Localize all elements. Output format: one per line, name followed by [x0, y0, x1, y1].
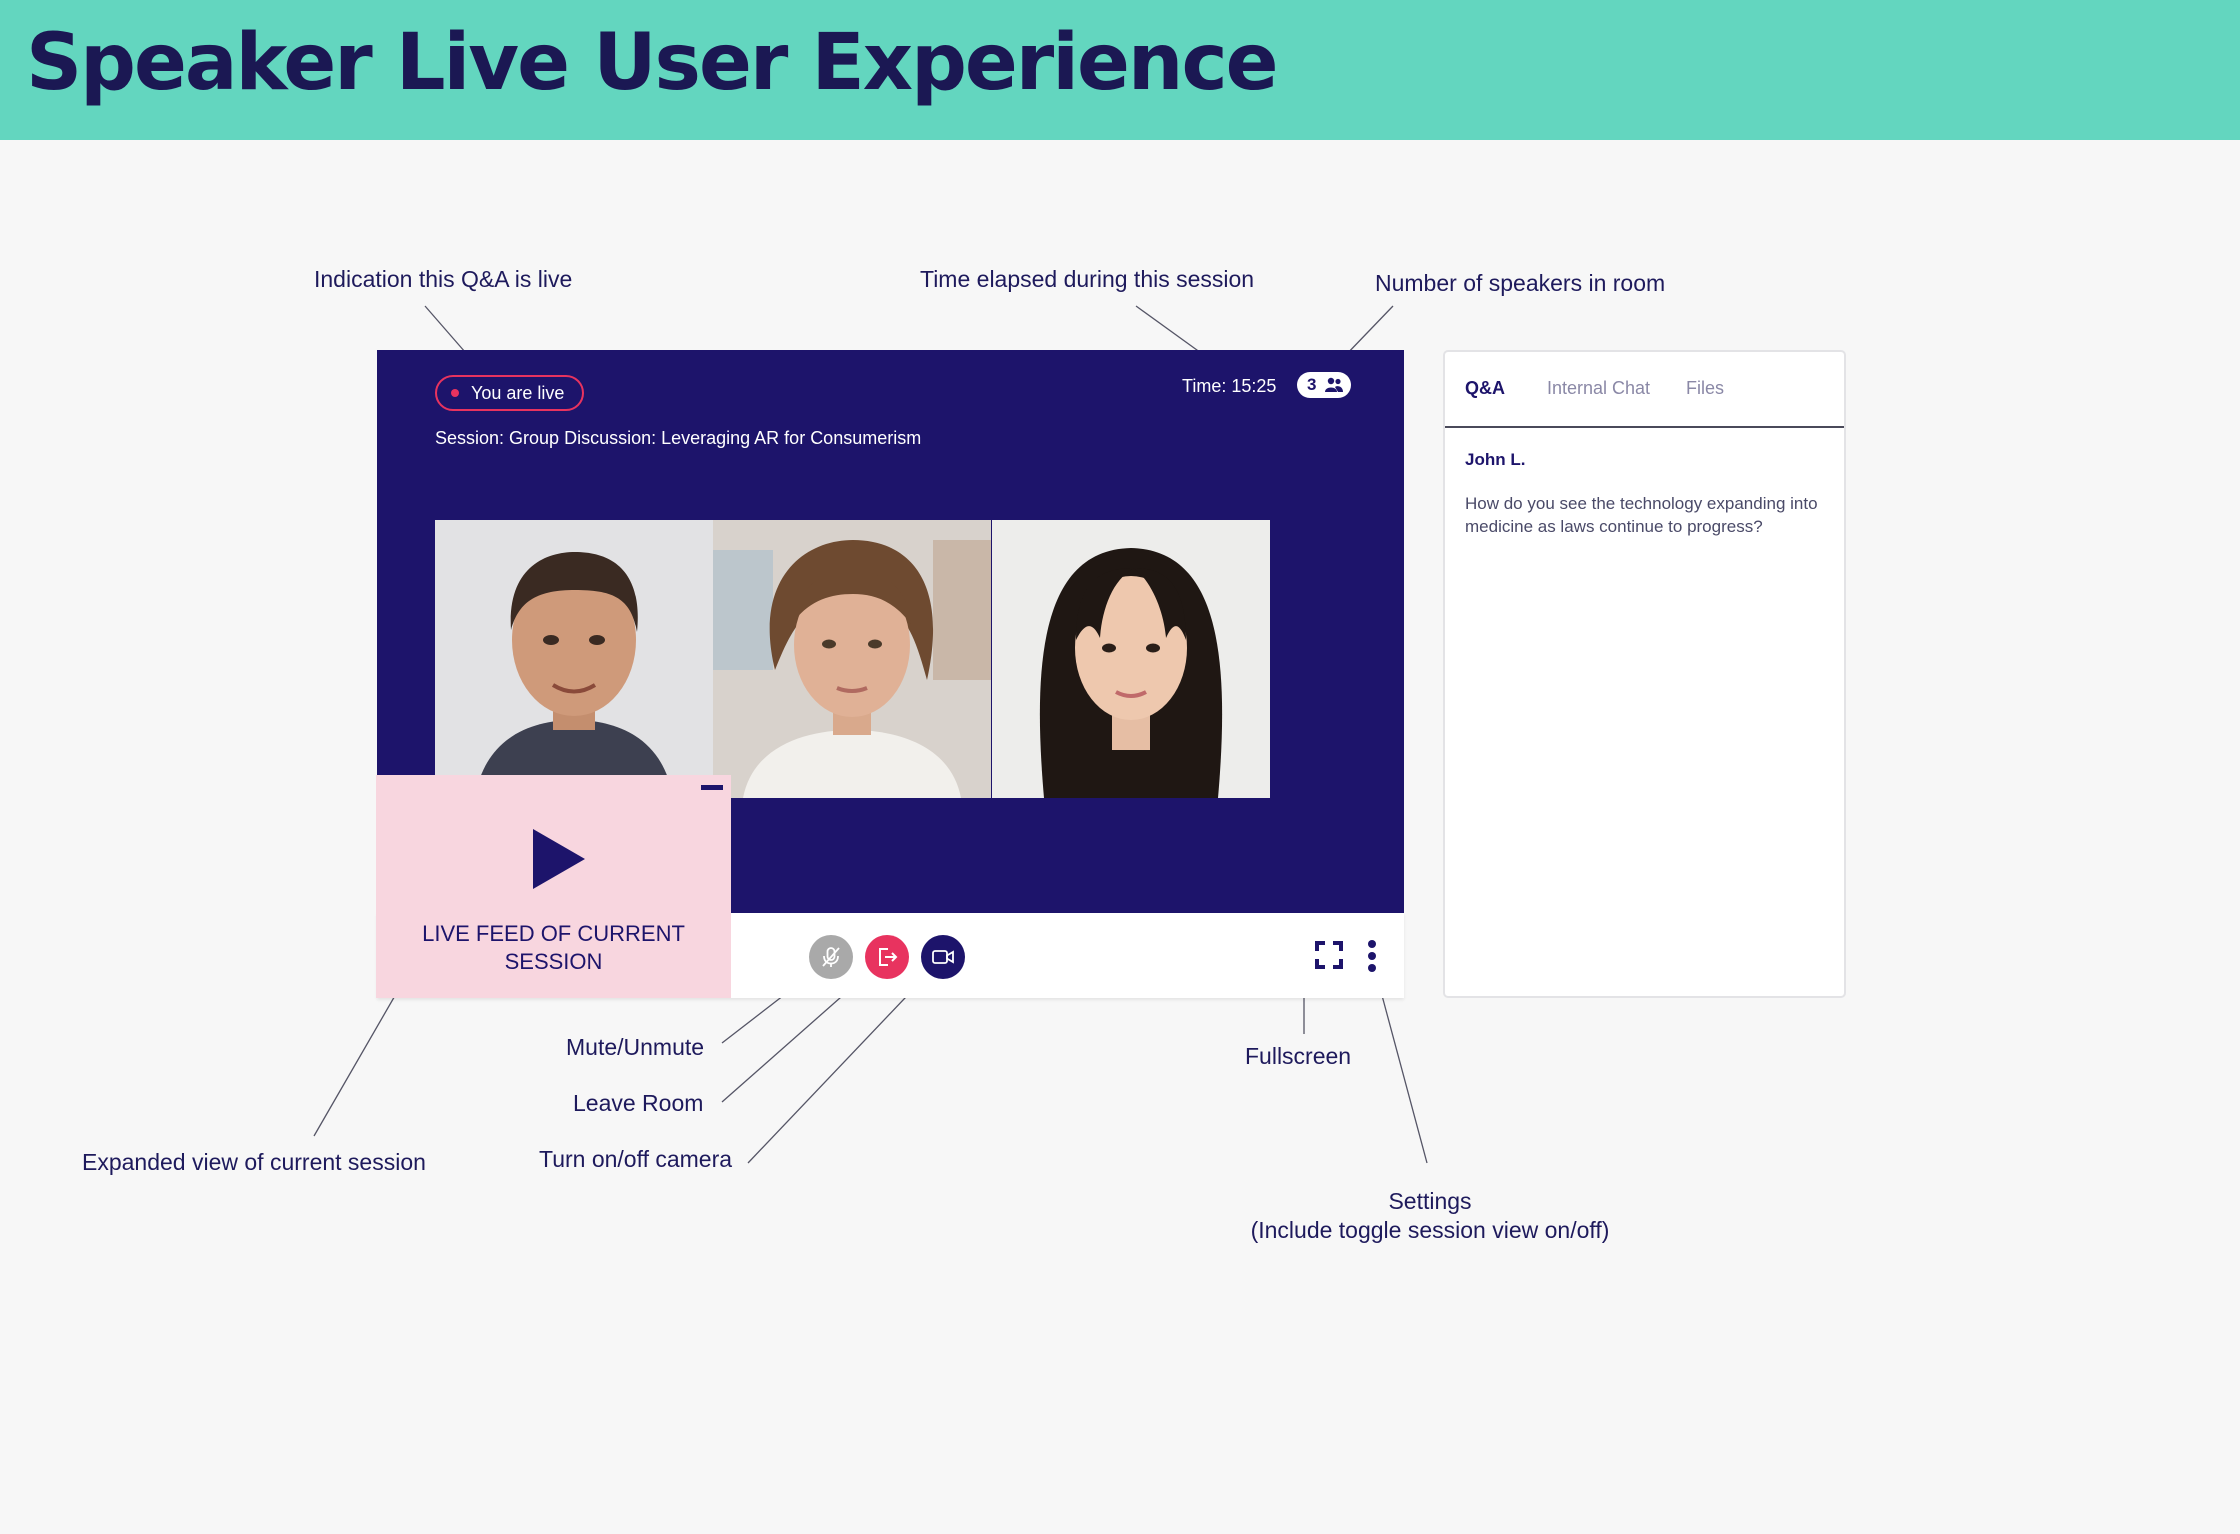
speaker-1-portrait: [435, 520, 713, 798]
leave-room-button[interactable]: [865, 935, 909, 979]
speaker-video-tile[interactable]: [435, 520, 713, 798]
tab-internal-chat[interactable]: Internal Chat: [1547, 378, 1650, 399]
mute-button[interactable]: [809, 935, 853, 979]
live-dot-icon: [451, 389, 459, 397]
speaker-2-portrait: [713, 520, 991, 798]
session-timer: Time: 15:25: [1182, 376, 1277, 396]
camera-toggle-button[interactable]: [921, 935, 965, 979]
speaker-count-badge: 3: [1297, 372, 1351, 398]
live-badge: You are live: [435, 375, 585, 411]
annotation-leave: Leave Room: [573, 1090, 704, 1116]
question-author: John L.: [1465, 450, 1526, 469]
annotation-live-indicator: Indication this Q&A is live: [314, 266, 573, 292]
live-badge-label: You are live: [471, 383, 565, 403]
tab-files[interactable]: Files: [1686, 378, 1724, 399]
video-camera-icon: [932, 950, 954, 964]
tab-divider: [1445, 426, 1844, 428]
session-title: Session: Group Discussion: Leveraging AR…: [435, 428, 922, 448]
speaker-video-tile[interactable]: [713, 520, 991, 798]
annotation-settings: Settings (Include toggle session view on…: [1245, 1188, 1615, 1244]
annotation-settings-title: Settings: [1388, 1188, 1472, 1214]
speaker-video-tile[interactable]: [992, 520, 1270, 798]
annotation-speaker-count: Number of speakers in room: [1375, 270, 1666, 296]
annotation-settings-note: (Include toggle session view on/off): [1250, 1217, 1610, 1243]
microphone-off-icon: [822, 947, 840, 967]
annotation-camera: Turn on/off camera: [539, 1146, 733, 1172]
live-feed-pip[interactable]: LIVE FEED OF CURRENT SESSION: [376, 775, 731, 998]
fullscreen-icon[interactable]: [1314, 940, 1344, 970]
play-icon[interactable]: [531, 827, 587, 891]
annotation-mute: Mute/Unmute: [566, 1034, 705, 1060]
side-panel: Q&A Internal Chat Files John L. How do y…: [1443, 350, 1846, 998]
annotation-time-elapsed: Time elapsed during this session: [920, 266, 1255, 292]
minimize-icon[interactable]: [701, 785, 723, 790]
people-icon: [1325, 377, 1343, 392]
live-feed-label: LIVE FEED OF CURRENT SESSION: [422, 921, 685, 974]
speaker-count-value: 3: [1307, 375, 1317, 394]
annotation-expanded-view: Expanded view of current session: [82, 1149, 426, 1175]
annotation-fullscreen: Fullscreen: [1245, 1043, 1352, 1069]
more-vertical-icon[interactable]: [1366, 939, 1378, 973]
speaker-3-portrait: [992, 520, 1270, 798]
tab-qa[interactable]: Q&A: [1465, 378, 1505, 399]
exit-icon: [879, 948, 898, 966]
question-text: How do you see the technology expanding …: [1465, 494, 1818, 536]
